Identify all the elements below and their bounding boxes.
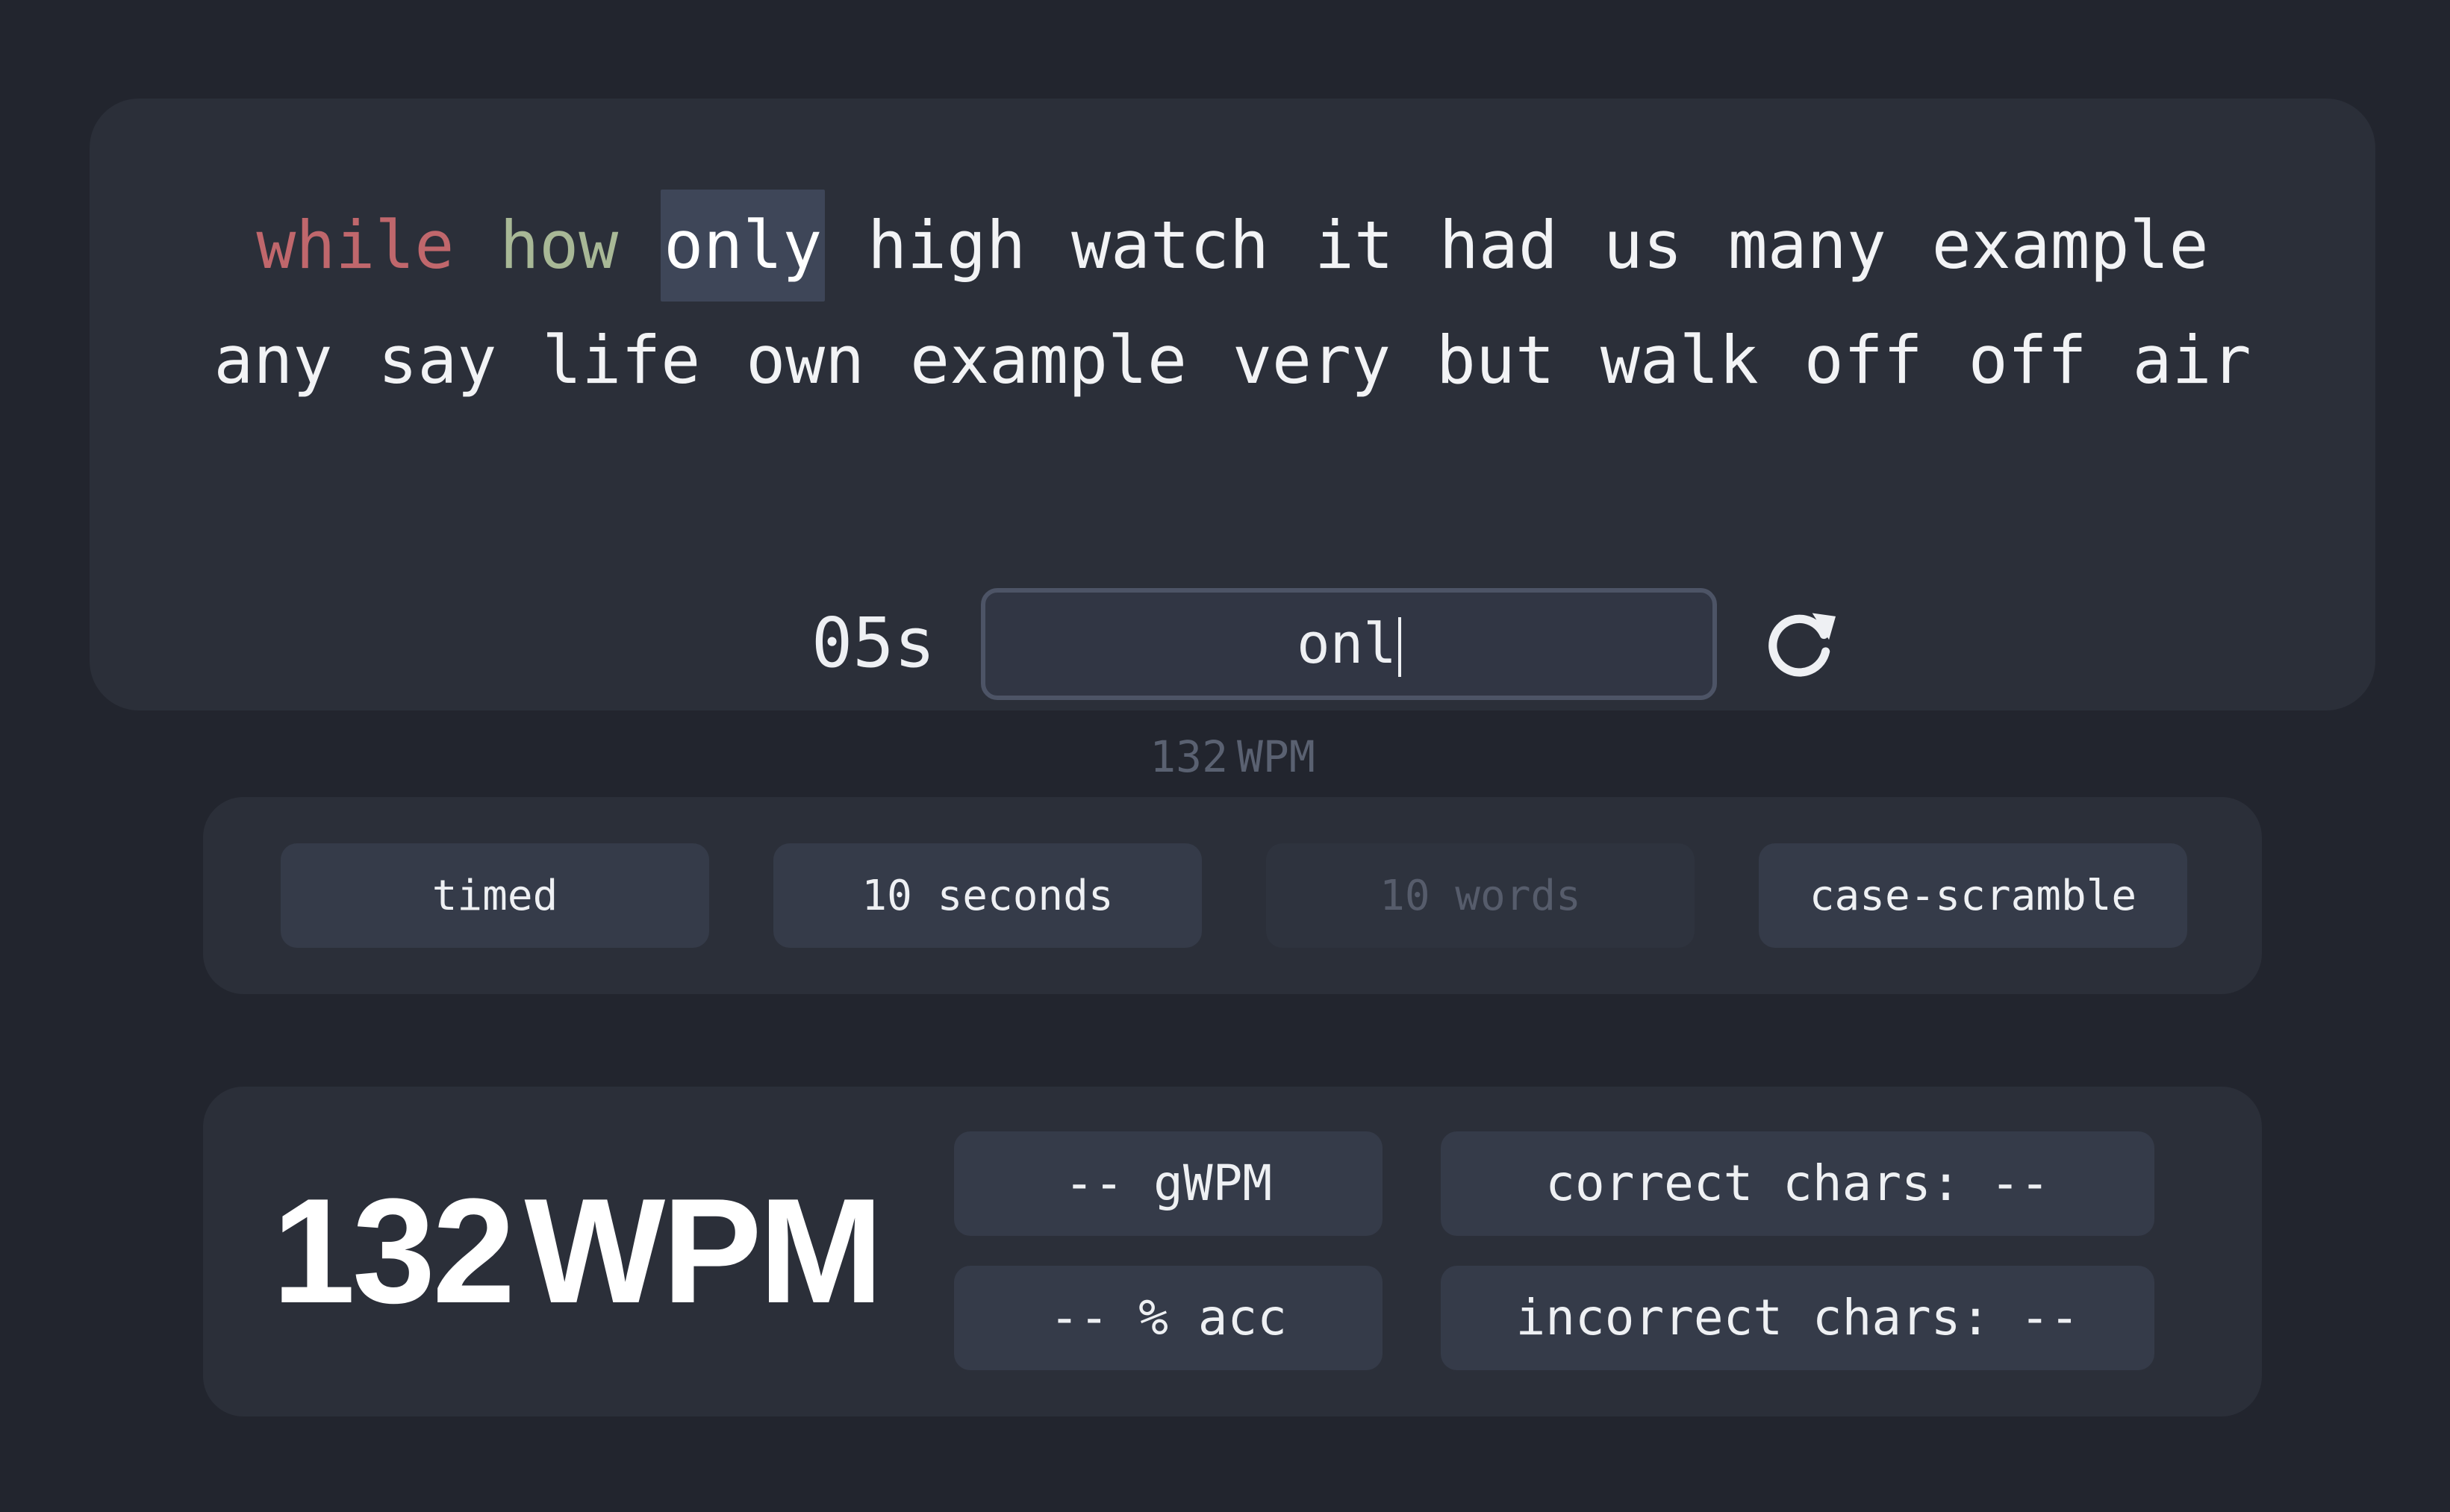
word-line-1: while how only high watch it had us many… (90, 190, 2375, 302)
word-line-2: any say life own example very but walk o… (90, 304, 2375, 416)
gwpm-stat: -- gWPM (954, 1131, 1383, 1236)
typing-input[interactable] (981, 588, 1717, 700)
typing-panel: while how only high watch it had us many… (90, 99, 2375, 782)
results-panel: 132WPM -- gWPM correct chars: -- -- % ac… (203, 1087, 2262, 1416)
timer: 05s (811, 603, 936, 683)
word-count-button[interactable]: 10 words (1266, 843, 1695, 948)
word: off (1804, 322, 1923, 399)
word: had (1438, 207, 1558, 284)
word: it (1314, 207, 1394, 284)
word: many (1727, 207, 1886, 284)
word: any (213, 322, 333, 399)
word-correct: how (499, 207, 619, 284)
live-wpm: 132 WPM (90, 727, 2375, 787)
options-panel: timed 10 seconds 10 words case-scramble (203, 797, 2262, 994)
mode-timed-button[interactable]: timed (281, 843, 709, 948)
correct-chars-stat: correct chars: -- (1441, 1131, 2154, 1236)
word: example (910, 322, 1188, 399)
word: off (1968, 322, 2087, 399)
word-incorrect: while (256, 207, 455, 284)
result-wpm-value: 132 (272, 1168, 516, 1334)
incorrect-chars-stat: incorrect chars: -- (1441, 1266, 2154, 1370)
result-wpm-unit: WPM (524, 1168, 883, 1334)
accuracy-stat: -- % acc (954, 1266, 1383, 1370)
word-current: only (661, 190, 826, 302)
word: high (867, 207, 1026, 284)
word: life (542, 322, 701, 399)
word: own (746, 322, 865, 399)
case-scramble-button[interactable]: case-scramble (1759, 843, 2187, 948)
word: air (2132, 322, 2251, 399)
restart-icon (1768, 613, 1836, 677)
live-wpm-value: 132 (1150, 731, 1228, 782)
word: us (1603, 207, 1683, 284)
live-wpm-unit: WPM (1237, 731, 1315, 782)
word: very (1232, 322, 1391, 399)
word: watch (1071, 207, 1269, 284)
result-wpm: 132WPM (203, 1087, 950, 1416)
word: walk (1600, 322, 1759, 399)
word: example (1931, 207, 2209, 284)
duration-button[interactable]: 10 seconds (773, 843, 1202, 948)
restart-button[interactable] (1759, 603, 1842, 687)
word: say (378, 322, 497, 399)
word: but (1436, 322, 1555, 399)
